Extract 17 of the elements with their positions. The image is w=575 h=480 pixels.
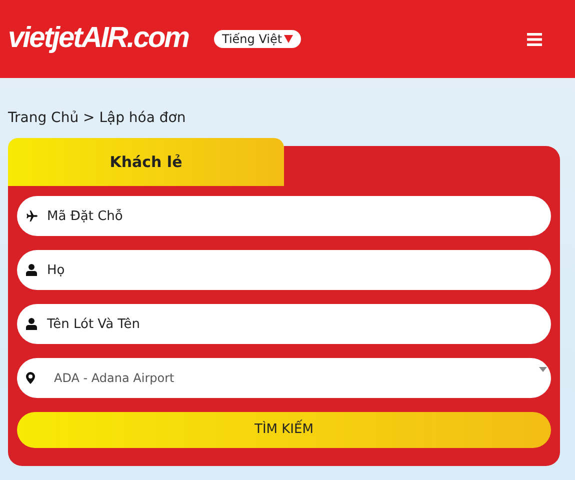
user-icon bbox=[26, 264, 37, 276]
airplane-icon bbox=[26, 210, 38, 222]
input-field[interactable]: Mã Đặt Chỗ bbox=[17, 196, 551, 236]
input-field[interactable]: Tên Lót Và Tên bbox=[17, 304, 551, 344]
airport-select[interactable]: ADA - Adana Airport bbox=[17, 358, 551, 398]
select-value: ADA - Adana Airport bbox=[54, 370, 174, 387]
user-icon bbox=[26, 318, 37, 330]
logo[interactable]: vietjetAIR.com bbox=[8, 17, 198, 61]
caret-icon bbox=[539, 367, 547, 372]
language-selector[interactable]: Tiếng Việt bbox=[214, 30, 302, 48]
search-button[interactable]: TÌM KIẾM bbox=[17, 412, 551, 448]
input-field[interactable]: Họ bbox=[17, 250, 551, 290]
breadcrumb: Trang Chủ > Lập hóa đơn bbox=[8, 109, 187, 128]
menu-icon[interactable] bbox=[527, 32, 542, 46]
map-pin-icon bbox=[26, 372, 35, 384]
tab[interactable]: Khách lẻ bbox=[8, 138, 284, 186]
caret-icon bbox=[284, 35, 294, 43]
